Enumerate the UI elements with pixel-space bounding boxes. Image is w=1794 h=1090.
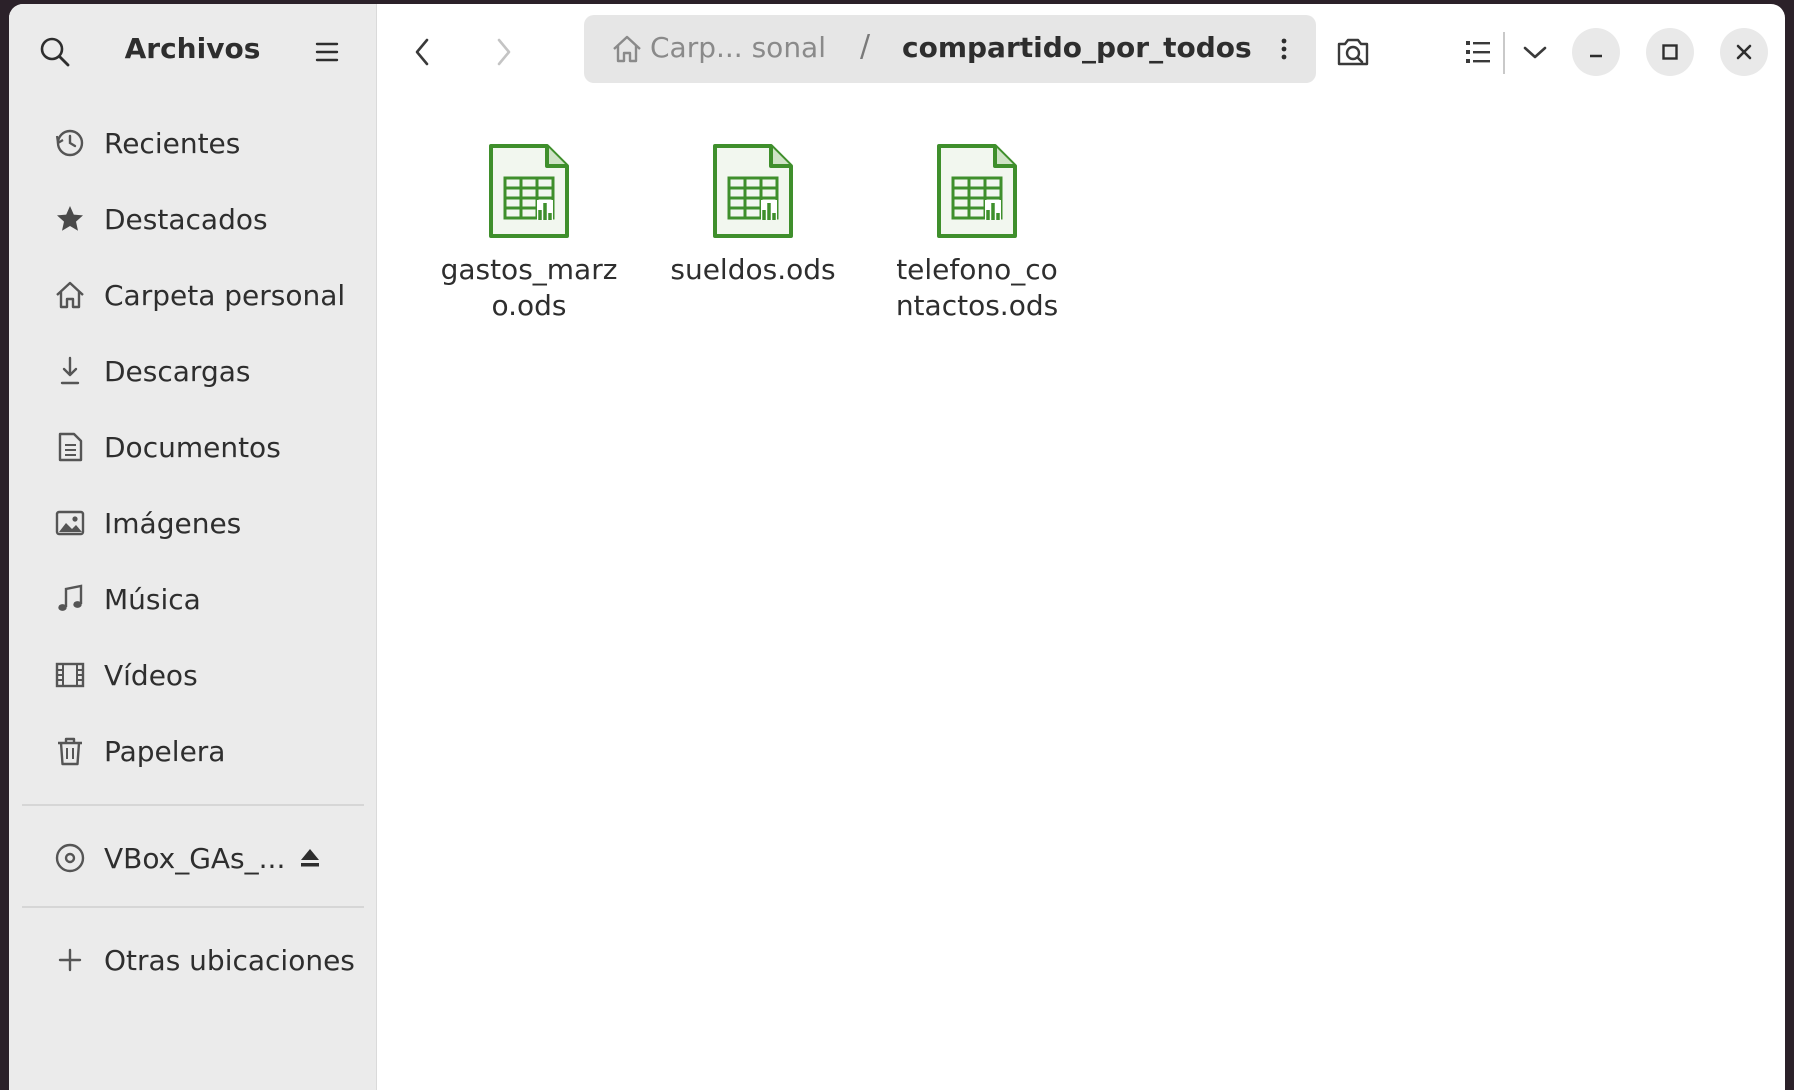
path-current-segment[interactable]: compartido_por_todos — [902, 31, 1252, 64]
sidebar-item-label: Carpeta personal — [104, 278, 346, 312]
star-icon — [57, 206, 83, 231]
home-icon — [56, 281, 84, 309]
close-icon — [1736, 44, 1752, 60]
chevron-down-icon — [1523, 46, 1547, 59]
search-in-folder-button[interactable] — [1331, 30, 1375, 74]
plus-icon — [58, 948, 82, 972]
file-name: telefono_co ntactos.ods — [895, 253, 1059, 322]
file-name: gastos_marz o.ods — [440, 253, 618, 322]
image-icon — [55, 510, 85, 536]
kebab-menu-icon[interactable] — [1267, 32, 1301, 66]
maximize-button[interactable] — [1646, 28, 1694, 76]
trash-icon — [58, 737, 82, 766]
chevron-left-icon — [415, 38, 429, 66]
sidebar-item-descargas[interactable]: Descargas — [29, 339, 357, 403]
file-manager-window: Archivos Recientes Destacados Carpeta pe… — [9, 4, 1785, 1090]
sidebar-item-label: Recientes — [104, 126, 241, 160]
chevron-right-icon — [497, 38, 511, 66]
sidebar-item-label: Imágenes — [104, 506, 242, 540]
sidebar-item-carpeta-personal[interactable]: Carpeta personal — [29, 263, 357, 327]
file-name: sueldos.ods — [670, 253, 836, 286]
sidebar-item-label: Papelera — [104, 734, 226, 768]
sidebar: Archivos Recientes Destacados Carpeta pe… — [9, 4, 377, 1090]
disc-icon — [55, 843, 85, 873]
view-toggle-button[interactable] — [1456, 30, 1500, 74]
close-button[interactable] — [1720, 28, 1768, 76]
forward-button[interactable] — [481, 30, 525, 74]
sidebar-item-label: Música — [104, 582, 201, 616]
sidebar-separator — [22, 804, 364, 806]
sidebar-item-musica[interactable]: Música — [29, 567, 357, 631]
list-view-icon — [1466, 41, 1490, 63]
sidebar-header: Archivos — [9, 4, 376, 94]
maximize-icon — [1662, 44, 1678, 60]
sidebar-item-label: Descargas — [104, 354, 251, 388]
spreadsheet-file-icon — [489, 144, 569, 238]
music-icon — [58, 584, 83, 611]
sidebar-item-documentos[interactable]: Documentos — [29, 415, 357, 479]
back-button[interactable] — [401, 30, 445, 74]
sidebar-item-label: Otras ubicaciones — [104, 943, 355, 977]
sidebar-item-recientes[interactable]: Recientes — [29, 111, 357, 175]
path-parent-segment[interactable]: Carp... sonal — [650, 31, 826, 64]
path-bar[interactable]: Carp... sonal / compartido_por_todos — [584, 15, 1316, 83]
sidebar-item-label: Documentos — [104, 430, 281, 464]
file-item-sueldos[interactable]: sueldos.ods — [655, 142, 851, 288]
file-item-telefono-contactos[interactable]: telefono_co ntactos.ods — [879, 142, 1075, 324]
file-item-gastos-marzo[interactable]: gastos_marz o.ods — [431, 142, 627, 324]
sidebar-item-destacados[interactable]: Destacados — [29, 187, 357, 251]
hamburger-menu-icon[interactable] — [309, 34, 345, 70]
eject-icon[interactable] — [297, 845, 323, 871]
download-icon — [60, 356, 80, 385]
toolbar-separator — [1503, 32, 1505, 74]
home-icon[interactable] — [610, 32, 644, 66]
spreadsheet-file-icon — [713, 144, 793, 238]
clock-icon — [55, 129, 84, 157]
sidebar-item-label: Destacados — [104, 202, 268, 236]
video-icon — [55, 662, 85, 688]
minimize-button[interactable] — [1572, 28, 1620, 76]
sidebar-item-label: VBox_GAs_... — [104, 841, 286, 875]
sidebar-item-label: Vídeos — [104, 658, 198, 692]
minimize-icon — [1590, 54, 1602, 58]
sidebar-item-videos[interactable]: Vídeos — [29, 643, 357, 707]
path-separator: / — [860, 29, 871, 64]
document-icon — [58, 432, 83, 462]
sidebar-item-otras-ubicaciones[interactable]: Otras ubicaciones — [29, 928, 357, 992]
sidebar-item-papelera[interactable]: Papelera — [29, 719, 357, 783]
sidebar-separator — [22, 906, 364, 908]
folder-search-icon — [1337, 38, 1369, 66]
sidebar-item-imagenes[interactable]: Imágenes — [29, 491, 357, 555]
view-options-button[interactable] — [1513, 30, 1557, 74]
spreadsheet-file-icon — [937, 144, 1017, 238]
